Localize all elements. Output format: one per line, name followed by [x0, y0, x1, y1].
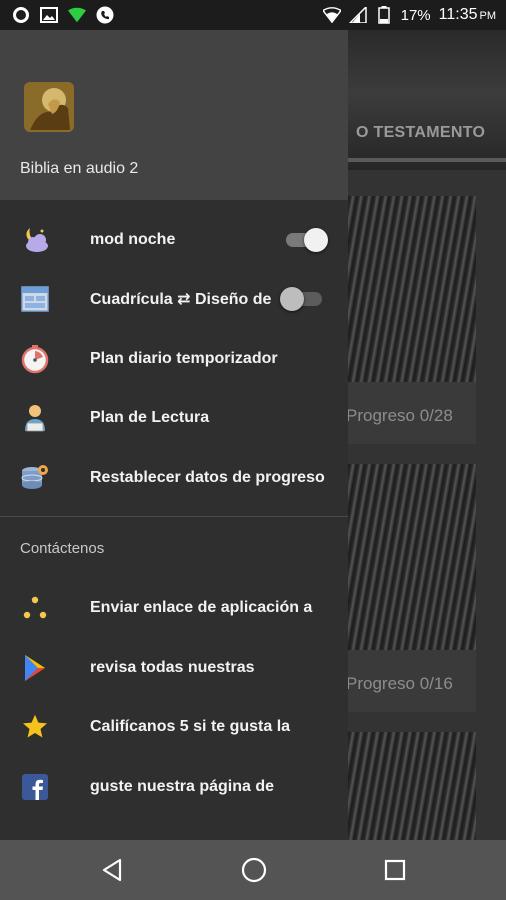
back-triangle-icon [102, 858, 122, 882]
home-button[interactable] [239, 855, 269, 885]
clock: 11:35 PM [439, 6, 496, 24]
clock-time: 11:35 [438, 6, 478, 23]
night-mode-toggle[interactable] [284, 224, 328, 254]
home-circle-icon [241, 857, 267, 883]
background-tab-label[interactable]: O TESTAMENTO [356, 124, 485, 142]
book-card-2-image [348, 464, 476, 650]
menu-item-label: Plan de Lectura [90, 408, 210, 426]
reader-person-icon [20, 403, 50, 433]
book-card-1-progress: Progreso 0/28 [346, 406, 453, 425]
menu-item-grid-layout[interactable]: Cuadrícula ⇄ Diseño de [0, 269, 348, 328]
menu-item-label: Califícanos 5 si te gusta la [90, 717, 291, 735]
tab-indicator [348, 158, 506, 162]
grid-layout-toggle[interactable] [280, 283, 324, 313]
database-gear-icon [20, 463, 50, 493]
star-icon [20, 712, 50, 742]
menu-item-facebook-page[interactable]: guste nuestra página de [0, 757, 348, 816]
sync-icon [12, 6, 30, 24]
wifi-green-icon [68, 6, 86, 24]
grid-layout-icon [20, 284, 50, 314]
recents-square-icon [384, 859, 406, 881]
menu-item-label: revisa todas nuestras [90, 658, 255, 676]
back-button[interactable] [97, 855, 127, 885]
status-bar: 17% 11:35 PM [0, 0, 506, 30]
menu-item-label: Restablecer datos de progreso [90, 468, 325, 486]
menu-item-reading-plan[interactable]: Plan de Lectura [0, 388, 348, 447]
contact-section-title: Contáctenos [20, 540, 105, 557]
menu-item-share-app[interactable]: Enviar enlace de aplicación a [0, 578, 348, 637]
timer-icon [20, 344, 50, 374]
battery-icon [375, 6, 393, 24]
phone-call-icon [96, 6, 114, 24]
toggle-thumb [304, 228, 328, 252]
navigation-drawer: Biblia en audio 2 mod noche Cuadrícula ⇄… [0, 30, 348, 840]
menu-item-label: Enviar enlace de aplicación a [90, 598, 313, 616]
system-nav-bar [0, 840, 506, 900]
menu-item-label: guste nuestra página de [90, 777, 275, 795]
wifi-icon [322, 6, 341, 24]
toggle-thumb [280, 287, 304, 311]
app-title: Biblia en audio 2 [20, 160, 139, 177]
menu-item-daily-timer-plan[interactable]: Plan diario temporizador [0, 329, 348, 388]
menu-item-reset-progress[interactable]: Restablecer datos de progreso [0, 448, 348, 507]
app-logo [24, 82, 74, 132]
clock-ampm: PM [479, 10, 497, 22]
play-store-icon [20, 653, 50, 683]
battery-percent: 17% [400, 6, 431, 24]
signal-icon [348, 6, 367, 24]
recents-button[interactable] [380, 855, 410, 885]
book-card-1-image [348, 196, 476, 382]
menu-item-rate-app[interactable]: Califícanos 5 si te gusta la [0, 697, 348, 756]
drawer-header: Biblia en audio 2 [0, 30, 348, 200]
share-dots-icon [20, 593, 50, 623]
image-icon [40, 6, 58, 24]
menu-divider [0, 516, 348, 517]
book-card-3-image [348, 732, 476, 840]
moon-cloud-icon [20, 225, 50, 255]
menu-item-label: Cuadrícula ⇄ Diseño de [90, 290, 272, 308]
book-card-2-progress: Progreso 0/16 [346, 674, 453, 693]
menu-item-label: Plan diario temporizador [90, 349, 278, 367]
facebook-icon [20, 772, 50, 802]
menu-item-night-mode[interactable]: mod noche [0, 210, 348, 269]
menu-item-more-apps[interactable]: revisa todas nuestras [0, 638, 348, 697]
menu-item-label: mod noche [90, 230, 176, 248]
